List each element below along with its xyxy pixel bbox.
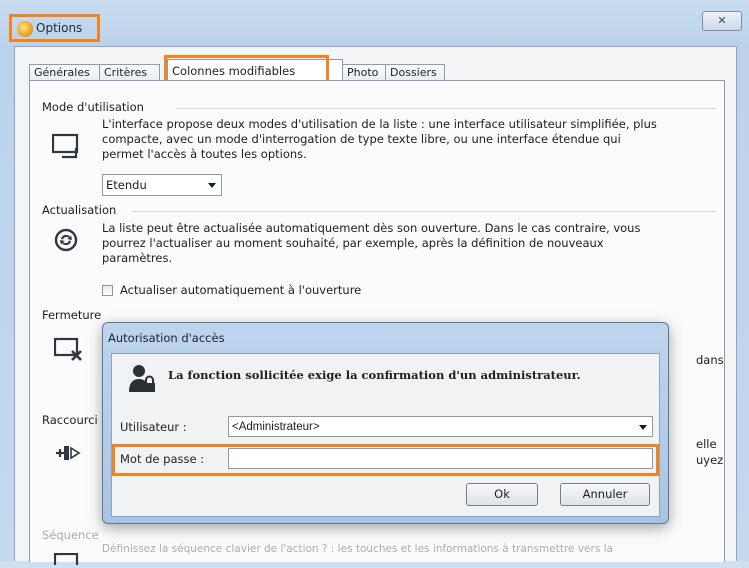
chevron-down-icon <box>208 183 216 188</box>
refresh-icon <box>54 228 78 255</box>
mode-line: permet l'accès à toutes les options. <box>102 147 307 161</box>
title-highlight-frame <box>9 14 100 42</box>
ok-button[interactable]: Ok <box>466 483 538 506</box>
raccourcis-text-peek: elle <box>696 437 717 451</box>
actualisation-line: La liste peut être actualisée automatiqu… <box>102 221 641 235</box>
raccourcis-text-peek: uyez <box>696 453 724 467</box>
interface-icon <box>51 133 80 162</box>
auto-refresh-label[interactable]: Actualiser automatiquement à l'ouverture <box>120 283 361 298</box>
dialog-message: La fonction sollicitée exige la confirma… <box>168 368 581 382</box>
mode-line: compacte, avec un mode d'interrogation d… <box>102 132 621 146</box>
actualisation-line: pourrez l'actualiser au moment souhaité,… <box>102 236 604 250</box>
auto-refresh-checkbox[interactable] <box>102 285 113 296</box>
options-window: Options ✕ Générales Critères Photo Dossi… <box>0 0 749 568</box>
section-title-actualisation: Actualisation <box>42 203 117 217</box>
password-highlight-frame <box>112 444 659 476</box>
section-title-mode: Mode d'utilisation <box>42 100 144 114</box>
section-title-raccourcis: Raccourci <box>42 413 98 427</box>
mode-line: L'interface propose deux modes d'utilisa… <box>102 117 657 131</box>
mode-select-value: Etendu <box>106 178 147 192</box>
close-button[interactable]: ✕ <box>702 11 742 31</box>
access-dialog: Autorisation d'accès La fonction sollici… <box>102 322 669 524</box>
dialog-body: La fonction sollicitée exige la confirma… <box>111 353 660 517</box>
user-select-value: <Administrateur> <box>232 421 320 433</box>
user-select[interactable]: <Administrateur> <box>228 416 653 437</box>
section-divider <box>176 108 716 109</box>
section-divider <box>132 211 716 212</box>
mode-description: L'interface propose deux modes d'utilisa… <box>102 117 657 162</box>
section-title-sequence: Séquence <box>42 528 99 542</box>
title-bar[interactable]: Options ✕ <box>0 0 749 44</box>
user-label: Utilisateur : <box>120 420 187 434</box>
fermeture-text-peek: dans <box>696 353 724 367</box>
user-lock-icon <box>128 362 158 397</box>
shortcut-icon <box>54 441 82 468</box>
sequence-description: Définissez la séquence clavier de l'acti… <box>102 543 613 555</box>
chevron-down-icon <box>639 425 647 430</box>
cancel-button[interactable]: Annuler <box>560 483 650 506</box>
actualisation-description: La liste peut être actualisée automatiqu… <box>102 221 640 266</box>
dialog-title: Autorisation d'accès <box>108 331 225 345</box>
close-window-icon <box>53 337 84 366</box>
section-title-fermeture: Fermeture <box>42 308 102 322</box>
actualisation-line: paramètres. <box>102 251 173 265</box>
mode-select[interactable]: Etendu <box>102 174 222 196</box>
